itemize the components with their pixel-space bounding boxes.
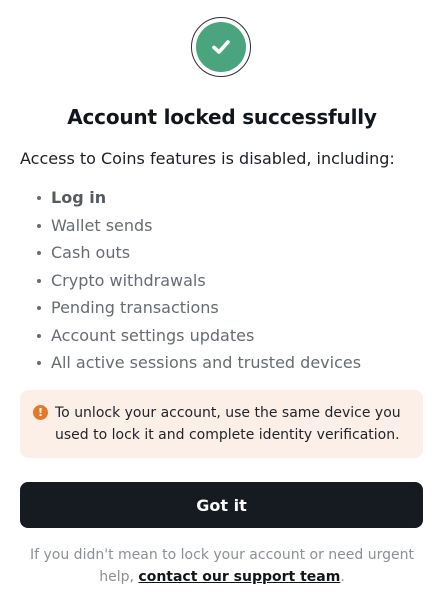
list-item: Account settings updates xyxy=(37,322,361,350)
notice-text: To unlock your account, use the same dev… xyxy=(55,405,401,443)
check-circle-icon xyxy=(196,22,246,72)
list-item: Cash outs xyxy=(37,239,361,267)
contact-support-link[interactable]: contact our support team xyxy=(138,569,340,585)
intro-text: Access to Coins features is disabled, in… xyxy=(20,149,395,168)
unlock-notice: ! To unlock your account, use the same d… xyxy=(20,390,423,458)
got-it-button[interactable]: Got it xyxy=(20,482,423,528)
footer-period: . xyxy=(340,569,345,585)
list-item: All active sessions and trusted devices xyxy=(37,349,361,377)
exclamation-circle-icon: ! xyxy=(33,405,48,420)
support-footer: If you didn't mean to lock your account … xyxy=(30,544,414,588)
disabled-features-list: Log in Wallet sends Cash outs Crypto wit… xyxy=(37,184,361,377)
check-icon xyxy=(212,40,230,54)
success-badge xyxy=(191,17,251,77)
list-item: Crypto withdrawals xyxy=(37,267,361,295)
list-item: Log in xyxy=(37,184,361,212)
dialog-title: Account locked successfully xyxy=(67,105,377,129)
list-item: Pending transactions xyxy=(37,294,361,322)
lock-success-dialog: Account locked successfully Access to Co… xyxy=(0,0,444,602)
list-item: Wallet sends xyxy=(37,212,361,240)
